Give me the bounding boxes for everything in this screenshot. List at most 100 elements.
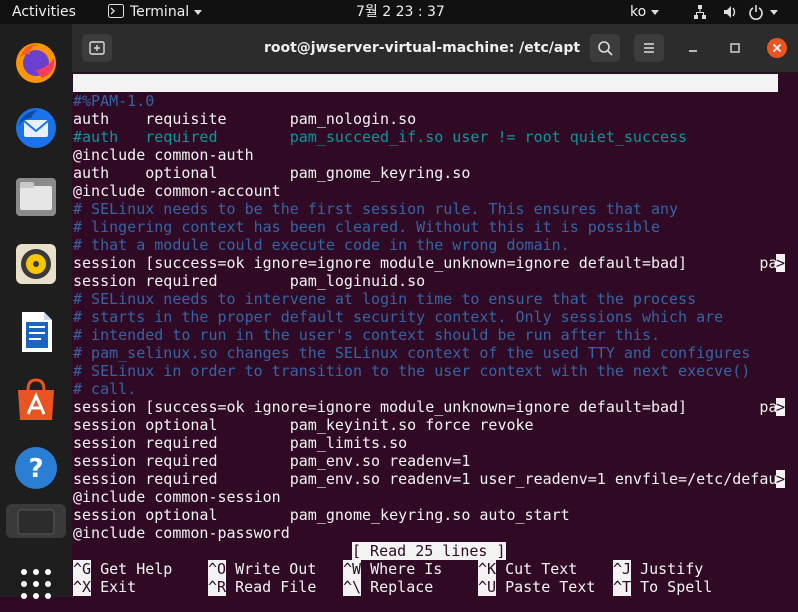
app-menu-label: Terminal [130, 4, 190, 20]
editor-line[interactable]: # lingering context has been cleared. Wi… [73, 218, 660, 236]
window-title: root@jwserver-virtual-machine: /etc/apt [263, 40, 581, 56]
writer-icon[interactable] [12, 308, 60, 356]
network-icon[interactable] [693, 0, 707, 24]
language-label: ko [630, 4, 647, 20]
close-button[interactable] [762, 34, 792, 62]
hamburger-icon [644, 43, 654, 53]
editor-line[interactable]: # that a module could execute code in th… [73, 236, 570, 254]
shortcut-item[interactable]: ^T To Spell [613, 578, 712, 596]
volume-icon[interactable] [722, 0, 738, 24]
editor-line[interactable]: session required pam_loginuid.so [73, 272, 425, 290]
shortcut-item[interactable]: ^K Cut Text [478, 560, 577, 578]
editor-line[interactable]: # SELinux in order to transition to the … [73, 362, 750, 380]
minimize-icon [689, 50, 697, 52]
search-icon [598, 41, 613, 56]
shortcut-key: ^W [343, 560, 362, 578]
shortcut-key: ^J [613, 560, 632, 578]
line-overflow-marker: > [776, 398, 786, 416]
editor-line[interactable]: @include common-session [73, 488, 281, 506]
chevron-down-icon [194, 9, 203, 15]
nano-header: GNU nano 4.8 /etc/pam.d/gdm-password Mod… [73, 74, 778, 146]
help-icon[interactable]: ? [12, 444, 60, 492]
editor-line[interactable]: auth optional pam_gnome_keyring.so [73, 164, 470, 182]
status-message: [ Read 25 lines ] [352, 542, 506, 560]
editor-line[interactable]: #auth required pam_succeed_if.so user !=… [73, 128, 687, 146]
svg-text:?: ? [28, 454, 43, 484]
shortcut-item[interactable]: ^G Get Help [73, 560, 172, 578]
shortcut-key: ^G [73, 560, 92, 578]
shortcut-label: To Spell [631, 578, 713, 596]
shortcut-item[interactable]: ^\ Replace [343, 578, 433, 596]
editor-line[interactable]: # starts in the proper default security … [73, 308, 723, 326]
editor-line[interactable]: @include common-password [73, 524, 290, 542]
app-menu[interactable]: Terminal [108, 0, 203, 24]
shortcut-label: Justify [631, 560, 704, 578]
maximize-icon [730, 43, 740, 53]
editor-line[interactable]: auth requisite pam_nologin.so [73, 110, 416, 128]
shortcut-label: Replace [361, 578, 434, 596]
shortcut-label: Paste Text [496, 578, 596, 596]
editor-line[interactable]: session optional pam_keyinit.so force re… [73, 416, 534, 434]
shortcut-key: ^U [478, 578, 497, 596]
dock: ? [0, 24, 72, 599]
shortcut-key: ^X [73, 578, 92, 596]
terminal-icon[interactable] [6, 504, 66, 538]
files-icon[interactable] [12, 172, 60, 220]
power-icon[interactable] [748, 0, 764, 24]
nano-modified-flag: Modified [694, 128, 767, 146]
firefox-icon[interactable] [12, 38, 60, 86]
maximize-button[interactable] [720, 34, 750, 62]
rhythmbox-icon[interactable] [12, 240, 60, 288]
system-menu-chevron-icon[interactable] [770, 0, 778, 24]
new-tab-icon [89, 41, 105, 55]
editor-line[interactable]: #%PAM-1.0 [73, 92, 154, 110]
input-method-menu[interactable]: ko [630, 0, 660, 24]
thunderbird-icon[interactable] [12, 104, 60, 152]
minimize-button[interactable] [678, 34, 708, 62]
shortcut-label: Get Help [91, 560, 173, 578]
editor-line[interactable]: session required pam_env.so readenv=1 [73, 452, 470, 470]
shortcut-key: ^\ [343, 578, 362, 596]
menu-button[interactable] [634, 34, 664, 62]
clock[interactable]: 7월 2 23 : 37 [356, 0, 445, 24]
shortcut-item[interactable]: ^W Where Is [343, 560, 442, 578]
editor-line[interactable]: @include common-account [73, 182, 281, 200]
chevron-down-icon [651, 9, 660, 15]
shortcut-key: ^T [613, 578, 632, 596]
shortcut-key: ^K [478, 560, 497, 578]
line-overflow-marker: > [776, 254, 786, 272]
terminal-app-icon [108, 4, 124, 18]
shortcut-item[interactable]: ^O Write Out [208, 560, 316, 578]
line-overflow-marker: > [776, 470, 786, 488]
shortcut-item[interactable]: ^X Exit [73, 578, 136, 596]
software-icon[interactable] [12, 376, 60, 424]
editor-line[interactable]: # call. [73, 380, 136, 398]
terminal-content[interactable]: GNU nano 4.8 /etc/pam.d/gdm-password Mod… [72, 73, 798, 597]
editor-line[interactable]: @include common-auth [73, 146, 254, 164]
editor-line[interactable]: session [success=ok ignore=ignore module… [73, 398, 777, 416]
title-bar[interactable]: root@jwserver-virtual-machine: /etc/apt [72, 24, 798, 73]
shortcut-item[interactable]: ^J Justify [613, 560, 703, 578]
shortcut-key: ^R [208, 578, 227, 596]
terminal-window: root@jwserver-virtual-machine: /etc/apt [72, 24, 798, 597]
editor-line[interactable]: session required pam_env.so readenv=1 us… [73, 470, 777, 488]
show-apps-icon[interactable] [12, 564, 60, 612]
editor-line[interactable]: # SELinux needs to be the first session … [73, 200, 678, 218]
activities-button[interactable]: Activities [12, 0, 76, 24]
shortcut-item[interactable]: ^R Read File [208, 578, 316, 596]
close-icon [767, 38, 787, 58]
new-tab-button[interactable] [82, 34, 112, 62]
editor-line[interactable]: session required pam_limits.so [73, 434, 407, 452]
editor-line[interactable]: # intended to run in the user's context … [73, 326, 660, 344]
search-button[interactable] [590, 34, 620, 62]
editor-line[interactable]: session [success=ok ignore=ignore module… [73, 254, 777, 272]
shortcut-item[interactable]: ^U Paste Text [478, 578, 595, 596]
editor-line[interactable]: session optional pam_gnome_keyring.so au… [73, 506, 570, 524]
shortcut-label: Cut Text [496, 560, 578, 578]
shortcut-label: Where Is [361, 560, 443, 578]
editor-line[interactable]: # SELinux needs to intervene at login ti… [73, 290, 696, 308]
shortcut-key: ^O [208, 560, 227, 578]
top-bar: Activities Terminal 7월 2 23 : 37 ko [0, 0, 798, 24]
shortcut-label: Exit [91, 578, 137, 596]
editor-line[interactable]: # pam_selinux.so changes the SELinux con… [73, 344, 750, 362]
